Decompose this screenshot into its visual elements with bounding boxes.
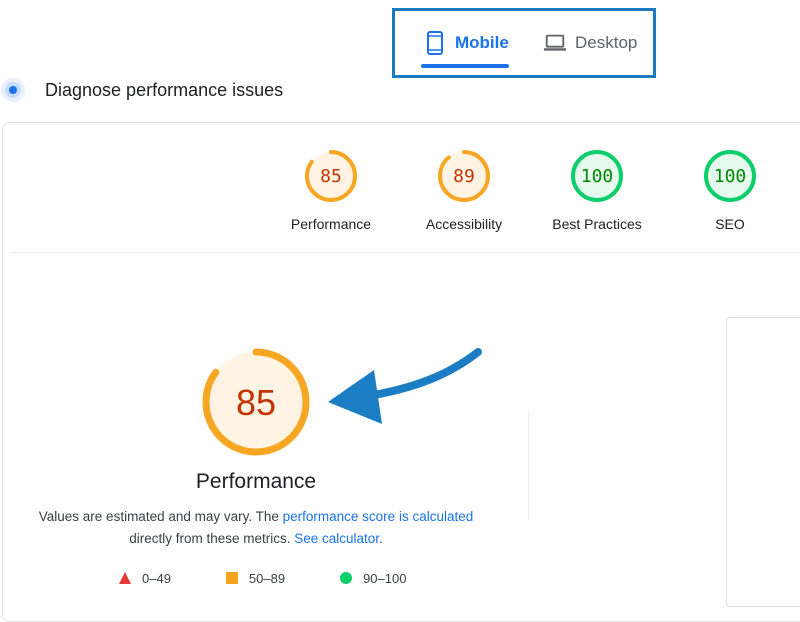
gauge-best-practices[interactable]: 100 Best Practices	[527, 148, 667, 238]
tab-mobile-label: Mobile	[455, 33, 509, 52]
featured-gauge-score: 85	[236, 382, 276, 423]
red-triangle-icon	[119, 572, 131, 584]
tab-desktop[interactable]: Desktop	[543, 11, 647, 75]
see-calculator-link[interactable]: See calculator	[294, 531, 379, 546]
gauge-accessibility[interactable]: 89 Accessibility	[394, 148, 534, 238]
desc-text-1: Values are estimated and may vary. The	[38, 509, 283, 524]
score-legend: 0–49 50–89 90–100	[118, 570, 460, 586]
legend-fail-range: 0–49	[142, 570, 171, 586]
green-circle-icon	[340, 572, 353, 584]
legend-fail: 0–49	[118, 571, 171, 586]
gauge-best-practices-score: 100	[581, 166, 614, 187]
gauge-seo-label: SEO	[715, 216, 745, 232]
featured-gauge-title: Performance	[195, 470, 317, 493]
tab-desktop-label: Desktop	[575, 33, 638, 52]
annotation-arrow-icon	[328, 348, 482, 424]
device-tabs-highlight: Mobile Desktop	[392, 8, 656, 78]
gauge-seo[interactable]: 100 SEO	[660, 148, 800, 238]
gauge-seo-score: 100	[714, 166, 747, 187]
performance-score-link[interactable]: performance score is calculated	[283, 509, 474, 524]
gauge-accessibility-label: Accessibility	[425, 216, 503, 232]
tab-active-indicator	[421, 64, 509, 68]
desc-text-2: directly from these metrics.	[129, 531, 295, 546]
smartphone-icon	[423, 31, 447, 55]
gauge-best-practices-label: Best Practices	[552, 216, 642, 232]
orange-square-icon	[225, 572, 238, 584]
gauge-accessibility-score: 89	[453, 166, 475, 187]
legend-pass-range: 90–100	[363, 570, 407, 586]
legend-average: 50–89	[225, 571, 285, 586]
page-title: Diagnose performance issues	[45, 80, 284, 100]
gauge-performance-label: Performance	[290, 216, 372, 232]
pagespeed-logo-icon	[1, 78, 25, 102]
section-divider	[528, 410, 529, 520]
gauge-performance[interactable]: 85 Performance	[261, 148, 401, 238]
legend-average-range: 50–89	[248, 570, 286, 586]
gauge-performance-score: 85	[320, 166, 342, 187]
gauges-divider	[10, 252, 800, 253]
laptop-icon	[543, 31, 567, 55]
featured-performance-gauge: 85	[202, 348, 310, 456]
legend-pass: 90–100	[339, 571, 406, 586]
screenshot-panel	[726, 317, 800, 607]
desc-text-3: .	[379, 531, 383, 546]
score-description: Values are estimated and may vary. The p…	[36, 506, 476, 550]
